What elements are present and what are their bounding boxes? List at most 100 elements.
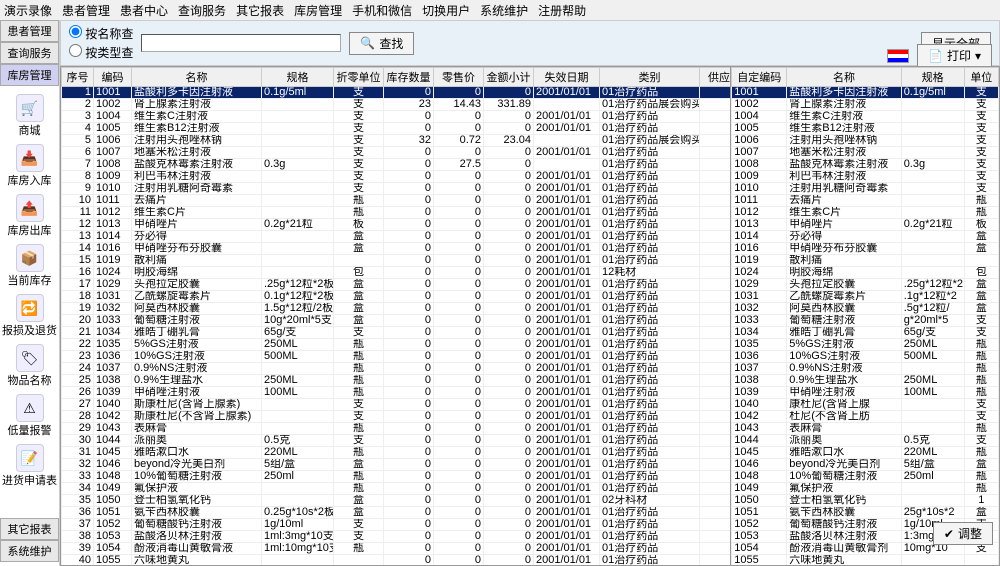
table-row[interactable]: 181031乙酰螺旋霉素片0.1g*12粒*2板盒0002001/01/0101… (62, 291, 732, 303)
menu-item[interactable]: 其它报表 (236, 2, 284, 19)
menu-item[interactable]: 切换用户 (422, 2, 470, 19)
table-row[interactable]: 111012维生素C片瓶0002001/01/0101治疗药品 (62, 207, 732, 219)
radio-by-name[interactable]: 按名称查 (69, 25, 133, 42)
side-item[interactable]: 📤库房出库 (8, 194, 52, 238)
table-row[interactable]: 11001盐酸利多卡因注射液0.1g/5ml支0002001/01/0101治疗… (62, 87, 732, 99)
table-row[interactable]: 1040康杜尼(含肾上腺支 (732, 399, 999, 411)
table-row[interactable]: 23103610%GS注射液500ML瓶0002001/01/0101治疗药品 (62, 351, 732, 363)
table-row[interactable]: 1007地塞米松注射液支 (732, 147, 999, 159)
table-row[interactable]: 33104810%葡萄糖注射液250ml瓶0002001/01/0101治疗药品 (62, 471, 732, 483)
table-row[interactable]: 1010注射用乳糖阿奇霉素支 (732, 183, 999, 195)
table-row[interactable]: 1008盐酸克林霉素注射液0.3g支 (732, 159, 999, 171)
table-row[interactable]: 171029头孢拉定胶囊.25g*12粒*2板盒0002001/01/0101治… (62, 279, 732, 291)
table-row[interactable]: 51006注射用头孢唑林钠支320.7223.0401治疗药品展会购买 (62, 135, 732, 147)
left-tab[interactable]: 查询服务 (0, 42, 59, 64)
table-row[interactable]: 103610%GS注射液500ML瓶 (732, 351, 999, 363)
table-row[interactable]: 291043表麻膏瓶0002001/01/0101治疗药品 (62, 423, 732, 435)
menu-item[interactable]: 手机和微信 (352, 2, 412, 19)
menu-item[interactable]: 查询服务 (178, 2, 226, 19)
table-row[interactable]: 1001盐酸利多卡因注射液0.1g/5ml支 (732, 87, 999, 99)
radio-by-type[interactable]: 按类型查 (69, 44, 133, 61)
table-row[interactable]: 1051氨苄西林胶囊25g*10s*2盒 (732, 507, 999, 519)
table-row[interactable]: 1043表麻膏瓶 (732, 423, 999, 435)
table-row[interactable]: 1032阿莫西林胶囊.5g*12粒/盒 (732, 303, 999, 315)
table-row[interactable]: 1005维生素B12注射液支 (732, 123, 999, 135)
table-row[interactable]: 191032阿莫西林胶囊1.5g*12粒/2板盒0002001/01/0101治… (62, 303, 732, 315)
table-row[interactable]: 1011去痛片瓶 (732, 195, 999, 207)
table-row[interactable]: 101011去痛片瓶0002001/01/0101治疗药品 (62, 195, 732, 207)
table-row[interactable]: 321046beyond冷光美白剂5组/盒盒0002001/01/0101治疗药… (62, 459, 732, 471)
table-row[interactable]: 1049氟保护液瓶 (732, 483, 999, 495)
side-item[interactable]: 🛒商城 (16, 94, 44, 138)
flag-icon[interactable] (887, 49, 909, 63)
table-row[interactable]: 131014芬必得盒0002001/01/0101治疗药品 (62, 231, 732, 243)
table-row[interactable]: 1055六味地黄丸 (732, 555, 999, 566)
table-row[interactable]: 1029头孢拉定胶囊.25g*12粒*2盒 (732, 279, 999, 291)
table-row[interactable]: 141016甲硝唑芬布芬胶囊盒0002001/01/0101治疗药品 (62, 243, 732, 255)
table-row[interactable]: 381053盐酸洛贝林注射液1ml:3mg*10支支0002001/01/010… (62, 531, 732, 543)
adjust-button[interactable]: ✔ 调整 (933, 522, 993, 545)
table-row[interactable]: 10370.9%NS注射液瓶 (732, 363, 999, 375)
table-row[interactable]: 201033葡萄糖注射液10g*20ml*5支盒0002001/01/0101治… (62, 315, 732, 327)
menu-item[interactable]: 患者管理 (62, 2, 110, 19)
menu-item[interactable]: 患者中心 (120, 2, 168, 19)
table-row[interactable]: 401055六味地黄丸0002001/01/0101治疗药品 (62, 555, 732, 566)
side-item[interactable]: 🔁报损及退货 (2, 294, 57, 338)
table-row[interactable]: 1042杜尼(不含肾上肪支 (732, 411, 999, 423)
table-row[interactable]: 211034雅皓丁硼乳膏65g/支支0002001/01/0101治疗药品 (62, 327, 732, 339)
side-item[interactable]: 📦当前库存 (8, 244, 52, 288)
table-row[interactable]: 1006注射用头孢唑林钠支 (732, 135, 999, 147)
left-table[interactable]: 序号编码名称规格折零单位库存数量零售价金额小计失效日期类别供应商备注11001盐… (60, 66, 731, 566)
table-row[interactable]: 71008盐酸克林霉素注射液0.3g支027.5001治疗药品 (62, 159, 732, 171)
table-row[interactable]: 1012维生素C片瓶 (732, 207, 999, 219)
right-table[interactable]: 自定编码名称规格单位1001盐酸利多卡因注射液0.1g/5ml支1002肾上腺素… (731, 66, 1000, 566)
table-row[interactable]: 281042斯康杜尼(不含肾上腺素)支0002001/01/0101治疗药品 (62, 411, 732, 423)
side-bottom-tab[interactable]: 系统维护 (0, 540, 59, 562)
left-tab[interactable]: 患者管理 (0, 20, 59, 42)
side-item[interactable]: 🏷物品名称 (8, 344, 52, 388)
table-row[interactable]: 341049氟保护液瓶0002001/01/0101治疗药品 (62, 483, 732, 495)
table-row[interactable]: 1033葡萄糖注射液g*20ml*5支 (732, 315, 999, 327)
table-row[interactable]: 151019散利痛0002001/01/0101治疗药品 (62, 255, 732, 267)
table-row[interactable]: 121013甲硝唑片0.2g*21粒板0002001/01/0101治疗药品 (62, 219, 732, 231)
table-row[interactable]: 311045雅皓漱口水220ML瓶0002001/01/0101治疗药品 (62, 447, 732, 459)
menubar[interactable]: 演示录像患者管理患者中心查询服务其它报表库房管理手机和微信切换用户系统维护注册帮… (0, 0, 1000, 22)
table-row[interactable]: 1045雅皓漱口水220ML瓶 (732, 447, 999, 459)
table-row[interactable]: 21002肾上腺素注射液支2314.43331.8901治疗药品展会购买 (62, 99, 732, 111)
table-row[interactable]: 104810%葡萄糖注射液250ml瓶 (732, 471, 999, 483)
table-row[interactable]: 2510380.9%生理盐水250ML瓶0002001/01/0101治疗药品 (62, 375, 732, 387)
left-tab[interactable]: 库房管理 (0, 64, 59, 86)
table-row[interactable]: 261039甲硝唑注射液100ML瓶0002001/01/0101治疗药品 (62, 387, 732, 399)
side-bottom-tab[interactable]: 其它报表 (0, 518, 59, 540)
table-row[interactable]: 391054酚液消毒山黄敏膏液1ml:10mg*10支瓶0002001/01/0… (62, 543, 732, 555)
table-row[interactable]: 41005维生素B12注射液支0002001/01/0101治疗药品 (62, 123, 732, 135)
table-row[interactable]: 91010注射用乳糖阿奇霉素支0002001/01/0101治疗药品 (62, 183, 732, 195)
table-row[interactable]: 1031乙酰螺旋霉素片.1g*12粒*2盒 (732, 291, 999, 303)
menu-item[interactable]: 库房管理 (294, 2, 342, 19)
table-row[interactable]: 1019散利痛 (732, 255, 999, 267)
table-row[interactable]: 2210355%GS注射液250ML瓶0002001/01/0101治疗药品 (62, 339, 732, 351)
print-button[interactable]: 📄 打印 ▾ (917, 44, 992, 67)
table-row[interactable]: 10355%GS注射液250ML瓶 (732, 339, 999, 351)
table-row[interactable]: 1002肾上腺素注射液支 (732, 99, 999, 111)
table-row[interactable]: 1050登士柏氢氧化钙1 (732, 495, 999, 507)
table-row[interactable]: 271040斯康杜尼(含肾上腺素)支0002001/01/0101治疗药品 (62, 399, 732, 411)
table-row[interactable]: 61007地塞米松注射液支0002001/01/0101治疗药品 (62, 147, 732, 159)
find-button[interactable]: 🔍 查找 (349, 32, 414, 55)
table-row[interactable]: 10380.9%生理盐水250ML瓶 (732, 375, 999, 387)
table-row[interactable]: 371052葡萄糖酸钙注射液1g/10ml支0002001/01/0101治疗药… (62, 519, 732, 531)
search-input[interactable] (141, 34, 341, 52)
table-row[interactable]: 1014芬必得盒 (732, 231, 999, 243)
table-row[interactable]: 1046beyond冷光美白剂5组/盒盒 (732, 459, 999, 471)
table-row[interactable]: 1024明胶海绵包 (732, 267, 999, 279)
side-item[interactable]: ⚠低量报警 (8, 394, 52, 438)
table-row[interactable]: 351050登士柏氢氧化钙盒0002001/01/0102牙科材 (62, 495, 732, 507)
table-row[interactable]: 1034雅皓丁硼乳膏65g/支支 (732, 327, 999, 339)
table-row[interactable]: 1044派丽奥0.5克支 (732, 435, 999, 447)
table-row[interactable]: 1009利巴韦林注射液支 (732, 171, 999, 183)
menu-item[interactable]: 注册帮助 (538, 2, 586, 19)
table-row[interactable]: 31004维生素C注射液支0002001/01/0101治疗药品 (62, 111, 732, 123)
side-item[interactable]: 📥库房入库 (8, 144, 52, 188)
table-row[interactable]: 361051氨苄西林胶囊0.25g*10s*2板盒0002001/01/0101… (62, 507, 732, 519)
table-row[interactable]: 2410370.9%NS注射液瓶0002001/01/0101治疗药品 (62, 363, 732, 375)
